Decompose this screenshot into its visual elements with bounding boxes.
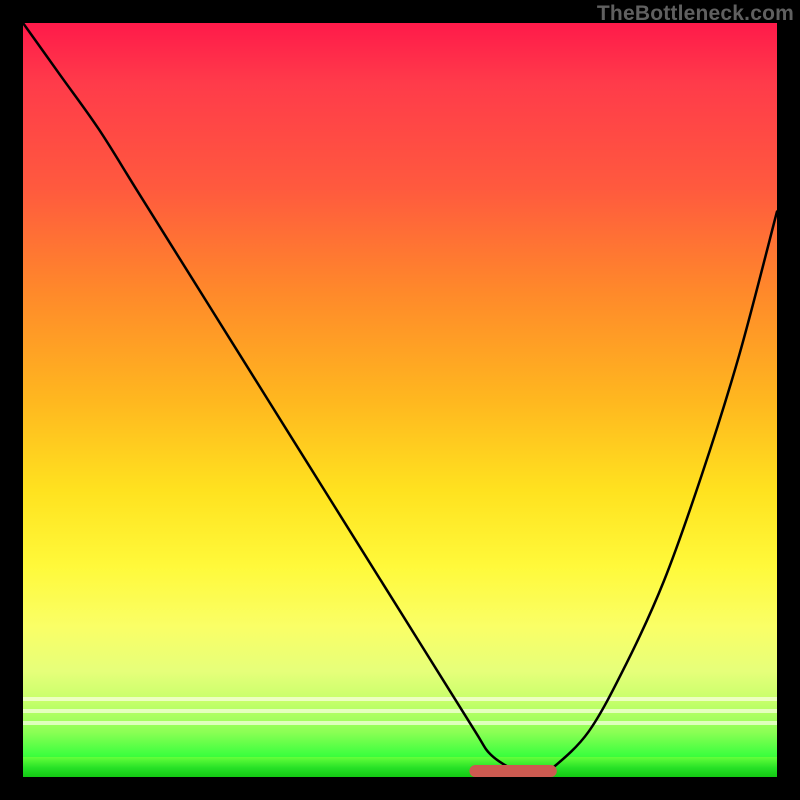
chart-frame: TheBottleneck.com [0,0,800,800]
bottleneck-curve-line [23,23,777,777]
watermark-text: TheBottleneck.com [597,2,794,26]
plot-area [23,23,777,777]
bottleneck-curve-svg [23,23,777,777]
